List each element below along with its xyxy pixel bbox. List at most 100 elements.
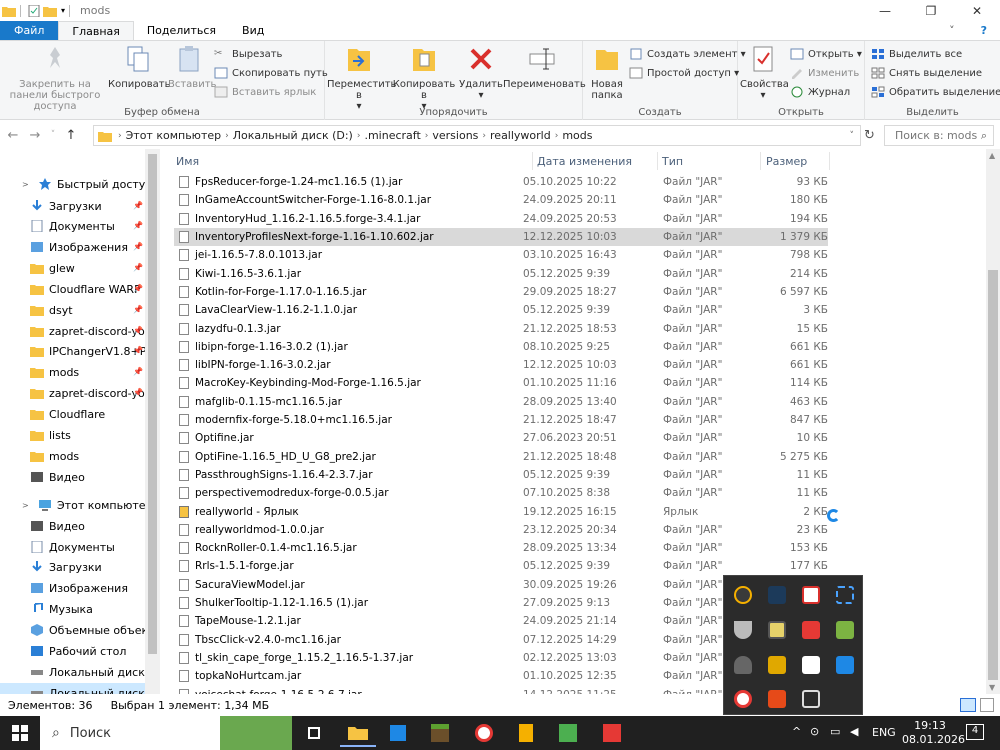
nav-item[interactable]: mods bbox=[0, 446, 145, 466]
tray-people-icon[interactable]: ⊙ bbox=[810, 725, 819, 738]
network-icon[interactable]: ▭ bbox=[830, 725, 840, 738]
select-none-button[interactable]: Снять выделение bbox=[871, 67, 982, 79]
address-bar[interactable]: › Этот компьютер › Локальный диск (D:) › .… bbox=[93, 125, 861, 146]
search-input[interactable]: Поиск в: mods ⌕ bbox=[884, 125, 994, 146]
nav-item[interactable]: Документы bbox=[0, 537, 145, 557]
details-view-icon[interactable] bbox=[960, 698, 976, 712]
nav-item[interactable]: Cloudflare bbox=[0, 404, 145, 424]
new-item-button[interactable]: Создать элемент ▾ bbox=[629, 48, 746, 60]
file-row[interactable]: Rrls-1.5.1-forge.jar 05.12.2025 9:39 Файл … bbox=[174, 557, 828, 575]
file-row[interactable]: mafglib-0.1.15-mc1.16.5.jar 28.09.2025 13… bbox=[174, 393, 828, 411]
nav-item[interactable]: Загрузки 📌 bbox=[0, 196, 145, 216]
taskbar-explorer-icon[interactable] bbox=[340, 719, 376, 747]
clock[interactable]: 19:13 08.01.2026 bbox=[902, 719, 965, 747]
column-date[interactable]: Дата изменения bbox=[537, 155, 632, 168]
breadcrumb-versions[interactable]: versions bbox=[432, 129, 478, 142]
tray-color-icon[interactable] bbox=[836, 621, 854, 639]
expand-arrow-icon[interactable]: > bbox=[22, 180, 29, 189]
nav-item[interactable]: Cloudflare WARP 📌 bbox=[0, 279, 145, 299]
file-row[interactable]: modernfix-forge-5.18.0+mc1.16.5.jar 21.12… bbox=[174, 411, 828, 429]
open-button[interactable]: Открыть ▾ bbox=[790, 48, 862, 60]
breadcrumb-drive-d[interactable]: Локальный диск (D:) bbox=[233, 129, 353, 142]
tray-steam-icon[interactable] bbox=[768, 586, 786, 604]
file-row[interactable]: OptiFine-1.16.5_HD_U_G8_pre2.jar 21.12.20… bbox=[174, 448, 828, 466]
file-row[interactable]: InventoryHud_1.16.2-1.16.5.forge-3.4.1.j… bbox=[174, 210, 828, 228]
rename-button[interactable]: Переименовать bbox=[503, 45, 586, 90]
move-to-button[interactable]: Переместить в ▾ bbox=[327, 45, 396, 112]
invert-selection-button[interactable]: Обратить выделение bbox=[871, 86, 1000, 98]
breadcrumb-minecraft[interactable]: .minecraft bbox=[364, 129, 420, 142]
file-row[interactable]: RocknRoller-0.1.4-mc1.16.5.jar 28.09.2025… bbox=[174, 539, 828, 557]
expand-arrow-icon[interactable]: > bbox=[22, 501, 29, 510]
address-dropdown-icon[interactable]: ˅ bbox=[850, 131, 855, 141]
minimize-button[interactable]: — bbox=[862, 0, 908, 21]
file-row[interactable]: Optifine.jar 27.06.2023 20:51 Файл "JAR" 10… bbox=[174, 429, 828, 447]
help-icon[interactable]: ? bbox=[968, 21, 1000, 40]
breadcrumb-reallyworld[interactable]: reallyworld bbox=[490, 129, 551, 142]
nav-item[interactable]: Объемные объекты bbox=[0, 620, 145, 640]
volume-icon[interactable]: ◀ bbox=[850, 725, 858, 738]
nav-item[interactable]: IPChangerV1.8+Pa 📌 bbox=[0, 341, 145, 361]
taskbar-launcher-icon[interactable] bbox=[550, 719, 586, 747]
up-arrow-icon[interactable]: ↑ bbox=[62, 128, 80, 143]
tray-cloud-icon[interactable] bbox=[734, 656, 752, 674]
file-row[interactable]: MacroKey-Keybinding-Mod-Forge-1.16.5.jar… bbox=[174, 374, 828, 392]
language-indicator[interactable]: ENG bbox=[872, 726, 896, 739]
tray-app-1-icon[interactable] bbox=[734, 586, 752, 604]
tray-yandex-icon[interactable] bbox=[734, 690, 752, 708]
tray-shield-icon[interactable] bbox=[802, 586, 820, 604]
nav-item[interactable]: Локальный диск (C:) bbox=[0, 662, 145, 682]
copy-path-button[interactable]: Скопировать путь bbox=[214, 67, 328, 79]
ribbon-collapse-icon[interactable]: ˅ bbox=[936, 21, 968, 40]
refresh-icon[interactable]: ↻ bbox=[864, 128, 875, 143]
recent-locations-icon[interactable]: ˅ bbox=[44, 130, 62, 140]
large-icons-view-icon[interactable] bbox=[980, 698, 994, 712]
tray-expand-icon[interactable]: ^ bbox=[792, 725, 801, 738]
paste-shortcut-button[interactable]: Вставить ярлык bbox=[214, 86, 316, 98]
cut-button[interactable]: ✂ Вырезать bbox=[214, 48, 282, 60]
edit-button[interactable]: Изменить bbox=[790, 67, 859, 79]
file-row[interactable]: LavaClearView-1.16.2-1.1.0.jar 05.12.2025… bbox=[174, 301, 828, 319]
properties-button[interactable]: Свойства ▾ bbox=[740, 45, 789, 101]
nav-item[interactable]: > Быстрый доступ bbox=[0, 174, 145, 194]
file-row[interactable]: lazydfu-0.1.3.jar 21.12.2025 18:53 Файл "J… bbox=[174, 319, 828, 337]
tray-cup-icon[interactable] bbox=[734, 621, 752, 639]
nav-item[interactable]: glew 📌 bbox=[0, 258, 145, 278]
breadcrumb-this-pc[interactable]: Этот компьютер bbox=[126, 129, 222, 142]
taskbar-lock-icon[interactable] bbox=[508, 719, 544, 747]
tray-bolt-icon[interactable] bbox=[836, 656, 854, 674]
copy-to-button[interactable]: Копировать в ▾ bbox=[391, 45, 457, 112]
scroll-up-icon[interactable]: ▲ bbox=[989, 151, 995, 160]
back-arrow-icon[interactable]: ← bbox=[4, 128, 22, 143]
nav-item[interactable]: zapret-discord-you 📌 bbox=[0, 383, 145, 403]
file-row[interactable]: FpsReducer-forge-1.24-mc1.16.5 (1).jar 05… bbox=[174, 173, 828, 191]
column-name[interactable]: Имя bbox=[176, 155, 199, 168]
tray-image-icon[interactable] bbox=[768, 621, 786, 639]
properties-quick-icon[interactable] bbox=[27, 4, 41, 17]
taskbar-minecraft-icon[interactable] bbox=[422, 719, 458, 747]
scroll-down-icon[interactable]: ▼ bbox=[989, 683, 995, 692]
copy-button[interactable]: Копировать bbox=[108, 45, 170, 90]
file-row[interactable]: perspectivemodredux-forge-0.0.5.jar 07.10… bbox=[174, 484, 828, 502]
file-row[interactable]: Kiwi-1.16.5-3.6.1.jar 05.12.2025 9:39 Файл… bbox=[174, 265, 828, 283]
taskbar-yandex-icon[interactable] bbox=[466, 719, 502, 747]
file-row[interactable]: PassthroughSigns-1.16.4-2.3.7.jar 05.12.2… bbox=[174, 466, 828, 484]
tab-view[interactable]: Вид bbox=[229, 21, 277, 40]
file-list-scroll-thumb[interactable] bbox=[988, 270, 998, 680]
nav-item[interactable]: Музыка bbox=[0, 599, 145, 619]
nav-item[interactable]: > Этот компьютер bbox=[0, 495, 145, 515]
file-row[interactable]: reallyworldmod-1.0.0.jar 23.12.2025 20:34… bbox=[174, 521, 828, 539]
new-folder-quick-icon[interactable] bbox=[43, 5, 57, 17]
column-type[interactable]: Тип bbox=[662, 155, 683, 168]
tab-file[interactable]: Файл bbox=[0, 21, 59, 40]
close-button[interactable]: ✕ bbox=[954, 0, 1000, 21]
file-row[interactable]: Kotlin-for-Forge-1.17.0-1.16.5.jar 29.09.… bbox=[174, 283, 828, 301]
tray-anydesk-icon[interactable] bbox=[802, 621, 820, 639]
task-view-icon[interactable] bbox=[296, 719, 332, 747]
delete-button[interactable]: Удалить ▾ bbox=[459, 45, 503, 101]
nav-item[interactable]: Загрузки bbox=[0, 557, 145, 577]
nav-item[interactable]: Видео bbox=[0, 516, 145, 536]
history-button[interactable]: Журнал bbox=[790, 86, 850, 98]
tab-share[interactable]: Поделиться bbox=[134, 21, 229, 40]
nav-item[interactable]: Видео bbox=[0, 467, 145, 487]
